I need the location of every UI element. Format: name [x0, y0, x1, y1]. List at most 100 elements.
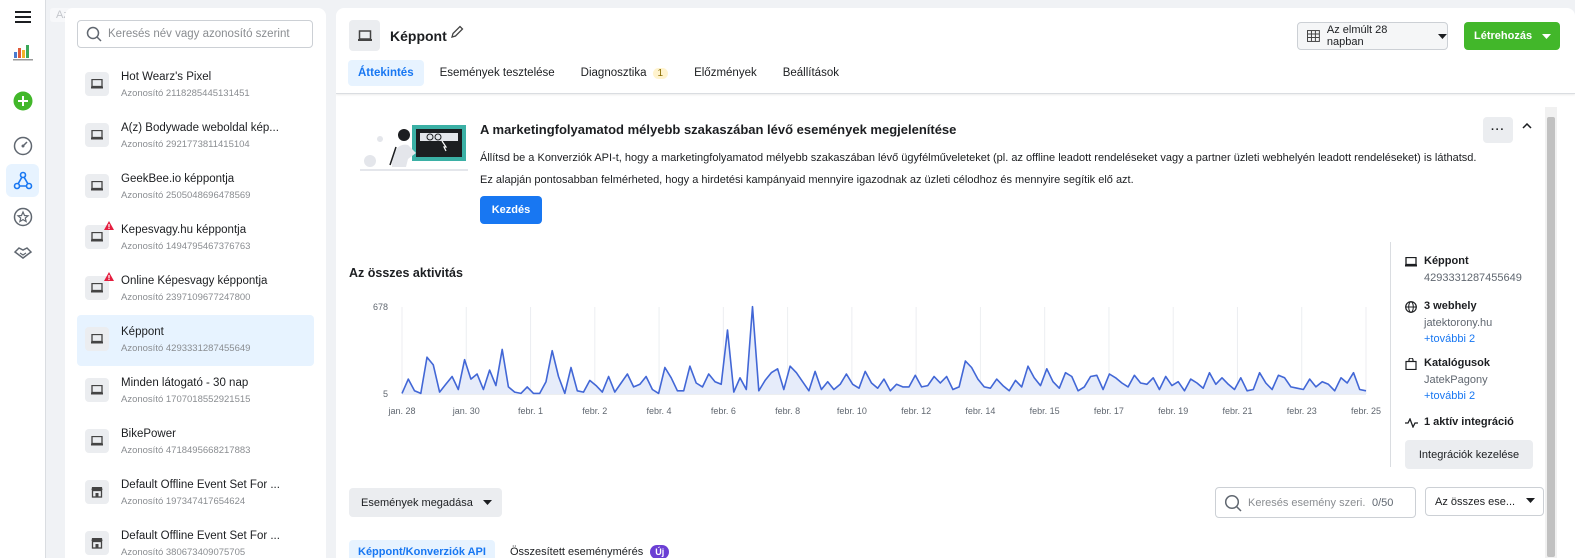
dashboard-gauge-icon[interactable] — [11, 134, 35, 158]
info-websites-label: 3 webhely — [1424, 300, 1477, 312]
chart-x-tick-label: febr. 4 — [647, 406, 672, 416]
scrollbar[interactable] — [1545, 107, 1557, 558]
more-options-button[interactable]: ··· — [1483, 117, 1513, 143]
info-websites: 3 webhely jatektorony.hu +további 2 — [1405, 300, 1492, 345]
start-button[interactable]: Kezdés — [480, 196, 542, 224]
pixel-id: Azonosító 2505048696478569 — [121, 190, 251, 201]
tab-0[interactable]: Áttekintés — [348, 60, 424, 86]
pixel-name: Hot Wearz's Pixel — [121, 71, 212, 83]
promo-text-2: Ez alapján pontosabban felmérheted, hogy… — [480, 174, 1134, 186]
pixel-name: Default Offline Event Set For ... — [121, 479, 280, 491]
info-catalogs-more-link[interactable]: +további 2 — [1424, 390, 1490, 402]
event-subtab-1[interactable]: Összesített eseménymérés Új — [501, 540, 678, 558]
chart-y-tick-label: 678 — [373, 302, 388, 312]
add-events-label: Események megadása — [361, 496, 473, 509]
business-logo-icon[interactable] — [11, 40, 35, 64]
handshake-icon[interactable] — [11, 240, 35, 264]
tab-label: Beállítások — [782, 67, 839, 79]
pixel-list-item[interactable]: Default Offline Event Set For ... Azonosí… — [77, 468, 314, 519]
pixel-list-item[interactable]: A(z) Bodywade weboldal kép... Azonosító 2… — [77, 111, 314, 162]
promo-text-1: Állítsd be a Konverziók API-t, hogy a ma… — [480, 152, 1477, 164]
pixel-id: Azonosító 2118285445131451 — [121, 88, 250, 99]
monitor-icon — [85, 174, 109, 198]
pixel-id: Azonosító 2397109677247800 — [121, 292, 251, 303]
info-integration-label: 1 aktív integráció — [1424, 416, 1514, 428]
tab-1[interactable]: Események tesztelése — [430, 60, 565, 86]
pixel-list-item[interactable]: Kepesvagy.hu képpontja Azonosító 14947954… — [77, 213, 314, 264]
add-circle-icon[interactable] — [11, 89, 35, 113]
tab-2[interactable]: Diagnosztika 1 — [571, 60, 678, 86]
event-search[interactable]: 0/50 — [1215, 487, 1416, 518]
chevron-up-icon[interactable] — [1522, 123, 1532, 129]
main-panel: Képpont Az elmúlt 28 napban Létrehozás Á… — [336, 8, 1575, 558]
add-events-button[interactable]: Események megadása — [349, 488, 502, 517]
date-range-selector[interactable]: Az elmúlt 28 napban — [1297, 22, 1448, 50]
pixel-id: Azonosító 197347417654624 — [121, 496, 246, 507]
monitor-icon — [85, 378, 109, 402]
monitor-icon — [85, 123, 109, 147]
pixel-list-item[interactable]: BikePower Azonosító 4718495668217883 — [77, 417, 314, 468]
caret-down-icon — [1542, 33, 1552, 39]
manage-integrations-button[interactable]: Integrációk kezelése — [1405, 440, 1533, 469]
monitor-icon — [349, 20, 380, 51]
page-header: Képpont Az elmúlt 28 napban Létrehozás Á… — [336, 8, 1575, 94]
pixel-list-item[interactable]: GeekBee.io képpontja Azonosító 2505048696… — [77, 162, 314, 213]
activity-title: Az összes aktivitás — [349, 266, 463, 280]
chart-x-tick-label: febr. 8 — [775, 406, 800, 416]
pixel-list-item[interactable]: Minden látogató - 30 nap Azonosító 170701… — [77, 366, 314, 417]
date-range-label: Az elmúlt 28 napban — [1326, 24, 1388, 48]
info-catalog: JatekPagony — [1424, 374, 1488, 386]
search-icon — [86, 26, 102, 42]
scrollbar-thumb[interactable] — [1547, 117, 1555, 557]
chart-y-tick-label: 5 — [383, 389, 388, 399]
promo-illustration — [360, 125, 468, 171]
overview-content: A marketingfolyamatod mélyebb szakaszába… — [336, 95, 1575, 558]
pixel-name: Default Offline Event Set For ... — [121, 530, 280, 542]
pixel-id: Azonosító 380673409075705 — [121, 547, 246, 558]
info-catalogs: Katalógusok JatekPagony +további 2 — [1405, 357, 1490, 402]
shopping-bag-icon — [1405, 357, 1419, 402]
page-tabs: Áttekintés Események tesztelése Diagnoszti… — [348, 58, 855, 88]
info-websites-more-link[interactable]: +további 2 — [1424, 333, 1492, 345]
promo-title: A marketingfolyamatod mélyebb szakaszába… — [480, 122, 957, 137]
caret-down-icon — [1438, 33, 1447, 39]
pixel-list: Hot Wearz's Pixel Azonosító 2118285445131… — [77, 60, 314, 558]
calendar-table-icon — [1307, 30, 1320, 42]
subtab-label: Összesített eseménymérés — [509, 546, 644, 558]
chart-x-tick-label: febr. 15 — [1030, 406, 1060, 416]
pixel-id: Azonosító 4293331287455649 — [121, 343, 251, 354]
star-circle-icon[interactable] — [11, 205, 35, 229]
pixel-list-item[interactable]: Default Offline Event Set For ... Azonosí… — [77, 519, 314, 558]
pulse-icon — [1405, 416, 1419, 431]
chart-x-tick-label: febr. 1 — [518, 406, 543, 416]
warning-icon — [104, 270, 114, 284]
pixel-name: A(z) Bodywade weboldal kép... — [121, 122, 279, 134]
page-title: Képpont — [390, 28, 447, 44]
info-pixel-id: 4293331287455649 — [1424, 272, 1522, 284]
event-subtabs: Képpont/Konverziók API Összesített esemén… — [349, 540, 684, 558]
globe-icon — [1405, 300, 1419, 345]
pixel-list-item[interactable]: Hot Wearz's Pixel Azonosító 2118285445131… — [77, 60, 314, 111]
tab-3[interactable]: Előzmények — [684, 60, 767, 86]
caret-down-icon — [1526, 498, 1535, 503]
search-icon — [1224, 494, 1242, 512]
pixel-name: Képpont — [121, 326, 164, 338]
tab-4[interactable]: Beállítások — [773, 60, 849, 86]
event-filter-select[interactable]: Az összes ese... — [1425, 487, 1544, 516]
create-button[interactable]: Létrehozás — [1464, 22, 1560, 50]
menu-icon[interactable] — [11, 5, 35, 29]
subtab-label: Képpont/Konverziók API — [358, 546, 486, 558]
pixel-search[interactable] — [77, 20, 313, 48]
info-pixel-label: Képpont — [1424, 255, 1469, 267]
pixel-list-item[interactable]: Képpont Azonosító 4293331287455649 — [77, 315, 314, 366]
pixel-search-input[interactable] — [108, 28, 308, 40]
chart-x-tick-label: febr. 25 — [1351, 406, 1381, 416]
chart-x-tick-label: febr. 10 — [837, 406, 867, 416]
event-filter-label: Az összes ese... — [1435, 495, 1516, 508]
events-manager-icon[interactable] — [6, 164, 39, 197]
event-subtab-0[interactable]: Képpont/Konverziók API — [349, 540, 495, 558]
chart-x-tick-label: febr. 14 — [965, 406, 995, 416]
pixel-list-item[interactable]: Online Képesvagy képpontja Azonosító 2397… — [77, 264, 314, 315]
edit-pencil-icon[interactable] — [450, 25, 464, 42]
event-search-input[interactable] — [1248, 496, 1366, 509]
